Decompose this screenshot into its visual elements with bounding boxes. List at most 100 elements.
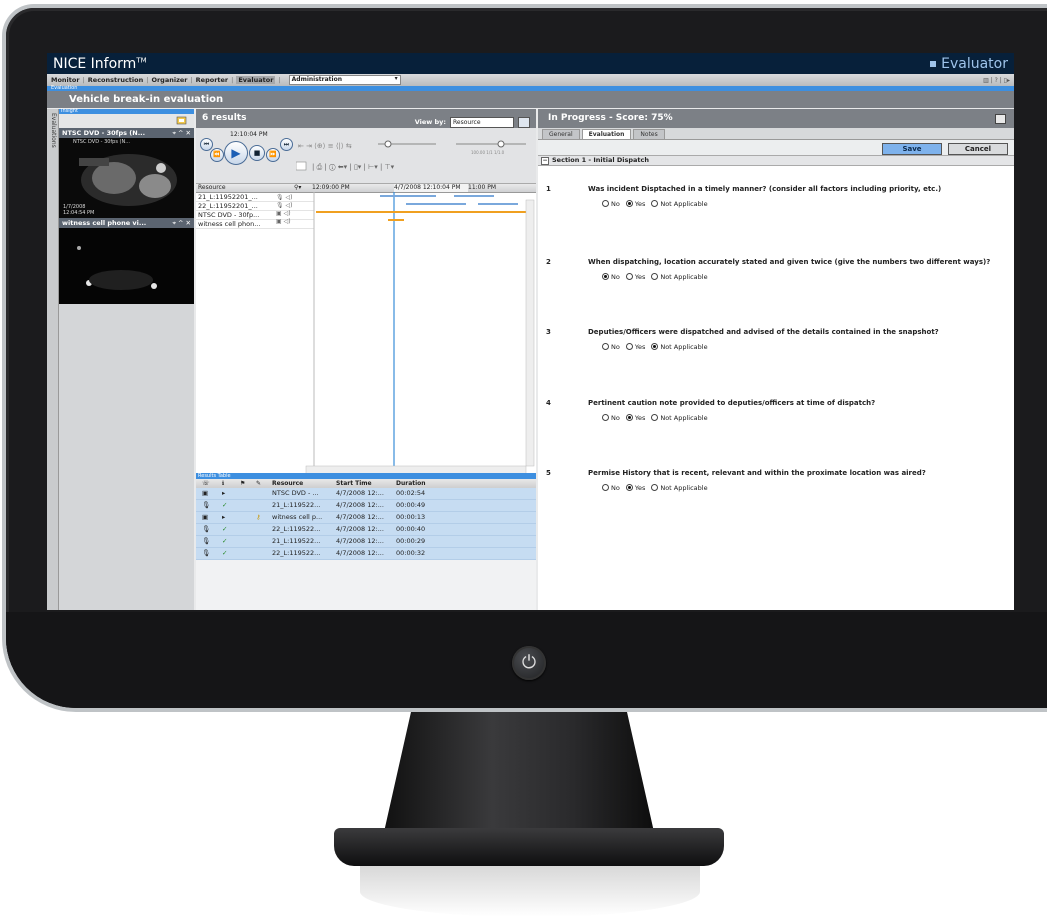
next-icon[interactable]: ⏭ [280,138,293,151]
evaluations-side-tab[interactable]: Evaluations [47,109,59,610]
check-icon: ✓ [222,525,228,533]
cancel-button[interactable]: Cancel [948,143,1008,155]
option-yes[interactable]: Yes [625,200,645,208]
menu-reconstruction[interactable]: Reconstruction [88,76,143,84]
view-by-select[interactable]: Resource [450,117,514,128]
video-camera-icon: ▣ [202,513,209,521]
flag-col-icon[interactable]: ⚑ [240,479,245,488]
status-icon: ▸ [222,489,226,497]
radio-selected-icon [625,200,633,207]
tab-notes[interactable]: Notes [633,129,665,139]
option-no[interactable]: No [602,414,620,422]
media-player: 12:10:04 PM ⏮ ⏪ ▶ ■ ⏩ ⏭ ⇤ ⇥ ⟨⊕⟩ ≡ ⟨|⟩ ⇆ … [196,128,536,184]
video-camera-icon: ▣ [202,489,209,497]
menu-reporter[interactable]: Reporter [196,76,228,84]
radio-selected-icon [625,414,633,421]
prev-icon[interactable]: ⏮ [200,138,213,151]
title-bar: NICE InformTM Evaluator [47,53,1014,74]
section-header[interactable]: − Section 1 - Initial Dispatch [538,155,1014,166]
option-not-applicable[interactable]: Not Applicable [651,414,708,422]
table-row[interactable]: 🎙 ✓ 22_L:119522... 4/7/2008 12:... 00:00… [196,524,536,536]
radio-icon [625,273,633,280]
page-title: Vehicle break-in evaluation [47,91,1014,108]
tag-col-icon[interactable]: ✎ [256,479,261,488]
table-row[interactable]: ▣ ▸ ⚷ witness cell p... 4/7/2008 12:... … [196,512,536,524]
square-icon [930,60,937,67]
option-no[interactable]: No [602,273,620,281]
svg-text:▣ ◁): ▣ ◁) [276,210,291,217]
start-col[interactable]: Start Time [336,479,372,488]
video-2-controls[interactable]: ⌖ ^ ✕ [172,218,191,228]
check-icon: ✓ [222,537,228,545]
radio-icon [651,484,659,491]
video-1-controls[interactable]: ⌖ ^ ✕ [172,128,191,138]
radio-selected-icon [602,273,609,280]
option-not-applicable[interactable]: Not Applicable [651,273,708,281]
option-not-applicable[interactable]: Not Applicable [651,343,708,351]
rewind-icon[interactable]: ⏪ [210,148,224,162]
table-row[interactable]: 🎙 ✓ 21_L:119522... 4/7/2008 12:... 00:00… [196,500,536,512]
key-icon: ⚷ [256,513,261,521]
menu-evaluator[interactable]: Evaluator [236,76,276,84]
fast-forward-icon[interactable]: ⏩ [266,148,280,162]
results-table: Results Table ☏ ℹ ⚑ ✎ Resource Start Tim… [196,473,536,610]
play-icon[interactable]: ▶ [224,141,248,165]
svg-text:▣ ◁): ▣ ◁) [276,218,291,225]
insight-toolbar [59,114,194,128]
video-2-frame [59,228,194,304]
option-yes[interactable]: Yes [625,414,645,422]
power-icon[interactable]: ⏻ [512,646,546,680]
svg-text:🎙 ◁): 🎙 ◁) [276,193,292,201]
results-count: 6 results [202,113,247,123]
brand-logo: NICE InformTM [53,55,147,72]
option-not-applicable[interactable]: Not Applicable [651,484,708,492]
collapse-icon[interactable]: − [541,157,549,165]
radio-icon [602,343,609,350]
evaluation-panel: In Progress - Score: 75% General Evaluat… [538,109,1014,610]
option-no[interactable]: No [602,343,620,351]
menu-monitor[interactable]: Monitor [51,76,80,84]
radio-icon [651,200,659,207]
search-icon[interactable]: ⚲▾ [294,184,308,192]
main-menu: Monitor | Reconstruction | Organizer | Repo… [47,74,1014,86]
video-1-player[interactable]: NTSC DVD - 30fps (N... 1/7/2008 12:04:54… [59,138,194,218]
video-2-player[interactable] [59,228,194,304]
option-no[interactable]: No [602,484,620,492]
menu-organizer[interactable]: Organizer [151,76,187,84]
svg-text:🎙 ◁): 🎙 ◁) [276,201,292,209]
evaluation-tabs: General Evaluation Notes [538,128,1014,140]
duration-col[interactable]: Duration [396,479,426,488]
microphone-icon: 🎙 [202,525,211,533]
option-yes[interactable]: Yes [625,273,645,281]
player-time: 12:10:04 PM [230,131,268,138]
menu-administration-dropdown[interactable]: Administration [288,75,401,85]
table-row[interactable]: ▣ ▸ NTSC DVD - ... 4/7/2008 12:... 00:02… [196,488,536,500]
insight-panel: Insight NTSC DVD - 30fps (N... ⌖ ^ ✕ NTSC… [59,109,194,610]
radio-selected-icon [651,343,659,350]
option-no[interactable]: No [602,200,620,208]
form-options-icon[interactable] [995,114,1006,124]
microphone-icon: 🎙 [202,549,211,557]
view-options-icon[interactable] [518,117,530,128]
resource-col-header[interactable]: Resource [196,184,294,192]
layout-icon[interactable] [59,114,194,128]
option-yes[interactable]: Yes [625,484,645,492]
option-yes[interactable]: Yes [625,343,645,351]
resource-col[interactable]: Resource [272,479,303,488]
tab-general[interactable]: General [542,129,580,139]
table-row[interactable]: 🎙 ✓ 22_L:119522... 4/7/2008 12:... 00:00… [196,548,536,560]
monitor-base [334,828,724,866]
radio-selected-icon [625,484,633,491]
option-not-applicable[interactable]: Not Applicable [651,200,708,208]
timeline-grid[interactable]: Resource ⚲▾ 12:09:00 PM 4/7/2008 12:10:0… [196,184,536,474]
results-table-columns: ☏ ℹ ⚑ ✎ Resource Start Time Duration [196,479,536,488]
save-button[interactable]: Save [882,143,942,155]
tab-evaluation[interactable]: Evaluation [581,129,632,139]
info-col-icon[interactable]: ℹ [222,479,224,488]
player-toolbar[interactable]: ⇤ ⇥ ⟨⊕⟩ ≡ ⟨|⟩ ⇆ 100.00 1/1 1/1.0 | ⎙ | ⓘ… [296,132,536,182]
radio-icon [602,414,609,421]
table-row[interactable]: 🎙 ✓ 21_L:119522... 4/7/2008 12:... 00:00… [196,536,536,548]
stop-icon[interactable]: ■ [249,145,265,161]
window-tools[interactable]: ▥ | ? | ▯▸ [983,77,1010,84]
type-col-icon[interactable]: ☏ [202,479,210,488]
